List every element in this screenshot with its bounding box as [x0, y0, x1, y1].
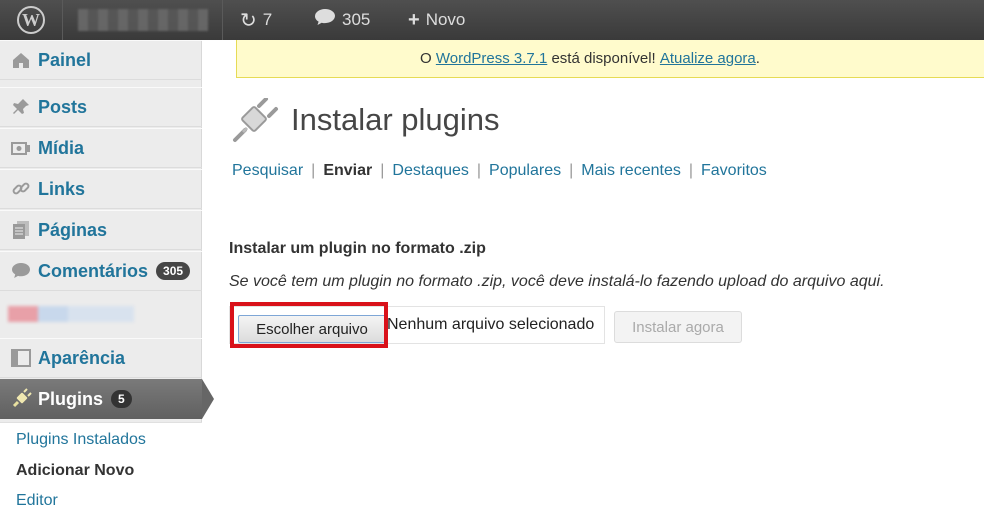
comments-icon	[8, 259, 34, 283]
install-plugins-tabs: Pesquisar | Enviar | Destaques | Popular…	[232, 162, 767, 180]
plugin-page-icon	[231, 97, 279, 144]
submenu-item-editor[interactable]: Editor	[16, 492, 58, 510]
sidebar-item-label: Painel	[38, 49, 92, 70]
sidebar-item-label: Plugins	[38, 388, 104, 409]
tab-separator: |	[688, 162, 693, 179]
notice-prefix: O	[420, 50, 432, 67]
tab-separator: |	[476, 162, 482, 179]
sidebar-item-paginas[interactable]: Páginas	[0, 210, 202, 250]
admin-bar-divider	[222, 0, 223, 40]
comments-badge: 305	[156, 262, 191, 280]
tab-enviar[interactable]: Enviar	[323, 162, 372, 180]
tab-mais-recentes[interactable]: Mais recentes	[581, 162, 681, 180]
wordpress-version-link[interactable]: WordPress 3.7.1	[436, 50, 547, 67]
tab-populares[interactable]: Populares	[489, 162, 561, 180]
comment-bubble-icon	[314, 8, 336, 32]
upload-section-title: Instalar um plugin no formato .zip	[229, 240, 486, 257]
sidebar-item-blurred[interactable]	[8, 306, 134, 322]
comments-count: 305	[342, 10, 371, 29]
page-title: Instalar plugins	[291, 102, 500, 137]
admin-bar-divider	[62, 0, 63, 40]
tab-favoritos[interactable]: Favoritos	[701, 162, 767, 180]
media-icon	[8, 136, 34, 160]
install-now-button[interactable]: Instalar agora	[614, 311, 742, 343]
updates-button[interactable]: ↻ 7	[240, 0, 272, 40]
sidebar-item-label: Posts	[38, 96, 88, 117]
plugins-submenu: Plugins Instalados Adicionar Novo Editor	[0, 422, 202, 527]
updates-count: 7	[262, 10, 273, 29]
dashboard-icon	[8, 48, 34, 72]
tab-separator: |	[380, 162, 385, 179]
sidebar-item-label: Aparência	[38, 347, 126, 368]
sidebar-item-posts[interactable]: Posts	[0, 87, 202, 127]
sidebar-item-aparencia[interactable]: Aparência	[0, 338, 202, 378]
update-now-link[interactable]: Atualize agora	[660, 50, 756, 67]
submenu-item-installed-plugins[interactable]: Plugins Instalados	[16, 431, 146, 449]
link-icon	[8, 177, 34, 201]
notice-middle: está disponível!	[551, 50, 656, 67]
plus-icon: +	[408, 8, 420, 31]
appearance-icon	[8, 346, 34, 370]
sidebar-item-label: Mídia	[38, 137, 85, 158]
admin-bar: W ↻ 7 305 + Novo	[0, 0, 984, 40]
site-name-blurred[interactable]	[78, 9, 208, 31]
upload-help-text: Se você tem um plugin no formato .zip, v…	[229, 273, 885, 290]
new-label: Novo	[425, 10, 466, 29]
plugins-badge: 5	[111, 390, 132, 408]
sidebar-item-label: Páginas	[38, 219, 108, 240]
tab-pesquisar[interactable]: Pesquisar	[232, 162, 303, 180]
sidebar-item-links[interactable]: Links	[0, 169, 202, 209]
file-status-text: Nenhum arquivo selecionado	[387, 316, 595, 333]
sidebar-item-painel[interactable]: Painel	[0, 40, 202, 80]
wordpress-logo-icon: W	[17, 6, 45, 34]
sidebar-item-comentarios[interactable]: Comentários 305	[0, 251, 202, 291]
main-content: O WordPress 3.7.1 está disponível! Atual…	[203, 40, 984, 527]
notice-suffix: .	[755, 50, 760, 67]
submenu-item-add-new[interactable]: Adicionar Novo	[16, 462, 134, 480]
tab-separator: |	[311, 162, 316, 179]
sidebar-item-label: Comentários	[38, 260, 149, 281]
wordpress-logo-button[interactable]: W	[0, 0, 62, 40]
admin-sidebar: Painel Posts Mídia Links Páginas Comentá…	[0, 40, 214, 527]
pages-icon	[8, 218, 34, 242]
plugin-icon	[8, 387, 34, 411]
update-notice: O WordPress 3.7.1 está disponível! Atual…	[236, 40, 984, 78]
comments-button[interactable]: 305	[314, 0, 370, 40]
sidebar-item-label: Links	[38, 178, 86, 199]
sidebar-item-midia[interactable]: Mídia	[0, 128, 202, 168]
tab-destaques[interactable]: Destaques	[392, 162, 469, 180]
new-content-button[interactable]: + Novo	[408, 0, 465, 40]
pushpin-icon	[8, 95, 34, 119]
tab-separator: |	[569, 162, 574, 179]
refresh-icon: ↻	[240, 9, 257, 32]
highlight-box	[230, 302, 388, 348]
sidebar-item-plugins[interactable]: Plugins 5	[0, 379, 214, 419]
